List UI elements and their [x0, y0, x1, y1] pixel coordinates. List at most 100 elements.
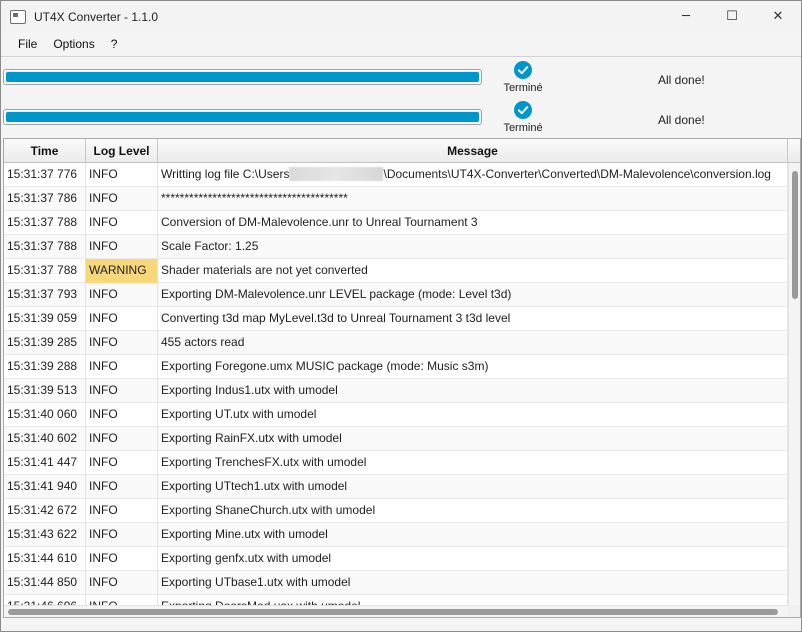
- table-row[interactable]: 15:31:39 513 INFO Exporting Indus1.utx wit…: [4, 379, 788, 403]
- message-text: \Documents\UT4X-Converter\Converted\DM-M…: [383, 167, 771, 181]
- cell-log-level: INFO: [86, 451, 158, 475]
- table-row[interactable]: 15:31:44 610 INFO Exporting genfx.utx with…: [4, 547, 788, 571]
- cell-log-level: INFO: [86, 427, 158, 451]
- cell-log-level: WARNING: [86, 259, 158, 283]
- minimize-button[interactable]: ─: [663, 1, 709, 32]
- close-button[interactable]: ✕: [755, 1, 801, 32]
- cell-message: Exporting RainFX.utx with umodel: [158, 427, 788, 451]
- cell-log-level: INFO: [86, 547, 158, 571]
- cell-message: Exporting ShaneChurch.utx with umodel: [158, 499, 788, 523]
- cell-time: 15:31:37 788: [4, 211, 86, 235]
- horizontal-scrollbar[interactable]: [4, 605, 788, 617]
- cell-time: 15:31:39 059: [4, 307, 86, 331]
- cell-log-level: INFO: [86, 523, 158, 547]
- cell-time: 15:31:43 622: [4, 523, 86, 547]
- column-header-time[interactable]: Time: [4, 139, 86, 163]
- table-row[interactable]: 15:31:39 285 INFO 455 actors read: [4, 331, 788, 355]
- redacted-username: [289, 167, 384, 181]
- column-header-log-level[interactable]: Log Level: [86, 139, 158, 163]
- check-circle-icon: [514, 101, 532, 119]
- cell-message: Scale Factor: 1.25: [158, 235, 788, 259]
- table-row[interactable]: 15:31:44 850 INFO Exporting UTbase1.utx wi…: [4, 571, 788, 595]
- cell-time: 15:31:40 602: [4, 427, 86, 451]
- done-message-2: All done!: [658, 113, 705, 127]
- app-window: UT4X Converter - 1.1.0 ─ ☐ ✕ File Option…: [0, 0, 802, 632]
- progress-bar-2: [3, 109, 482, 125]
- cell-time: 15:31:40 060: [4, 403, 86, 427]
- cell-time: 15:31:41 447: [4, 451, 86, 475]
- cell-message: Exporting UTtech1.utx with umodel: [158, 475, 788, 499]
- app-icon: [10, 9, 26, 24]
- cell-message: ****************************************: [158, 187, 788, 211]
- cell-time: 15:31:37 788: [4, 259, 86, 283]
- vertical-scroll-thumb[interactable]: [792, 171, 798, 299]
- cell-time: 15:31:42 672: [4, 499, 86, 523]
- cell-message: Conversion of DM-Malevolence.unr to Unre…: [158, 211, 788, 235]
- table-row[interactable]: 15:31:43 622 INFO Exporting Mine.utx with …: [4, 523, 788, 547]
- status-1: Terminé: [493, 58, 553, 102]
- table-row[interactable]: 15:31:39 059 INFO Converting t3d map MyLev…: [4, 307, 788, 331]
- cell-time: 15:31:44 610: [4, 547, 86, 571]
- cell-message: Exporting TrenchesFX.utx with umodel: [158, 451, 788, 475]
- cell-message: Exporting UT.utx with umodel: [158, 403, 788, 427]
- scroll-corner: [788, 605, 800, 617]
- cell-log-level: INFO: [86, 307, 158, 331]
- cell-time: 15:31:39 513: [4, 379, 86, 403]
- window-title: UT4X Converter - 1.1.0: [34, 9, 159, 24]
- cell-message: Writting log file C:\Users \Documents\UT4…: [158, 163, 788, 187]
- table-row[interactable]: 15:31:40 060 INFO Exporting UT.utx with um…: [4, 403, 788, 427]
- column-header-message[interactable]: Message: [158, 139, 788, 163]
- done-message-1: All done!: [658, 73, 705, 87]
- menu-bar: File Options ?: [1, 32, 801, 57]
- maximize-button[interactable]: ☐: [709, 1, 755, 32]
- cell-log-level: INFO: [86, 283, 158, 307]
- cell-message: Exporting DM-Malevolence.unr LEVEL packa…: [158, 283, 788, 307]
- cell-log-level: INFO: [86, 571, 158, 595]
- cell-log-level: INFO: [86, 379, 158, 403]
- table-row[interactable]: 15:31:41 447 INFO Exporting TrenchesFX.utx…: [4, 451, 788, 475]
- table-row[interactable]: 15:31:40 602 INFO Exporting RainFX.utx wit…: [4, 427, 788, 451]
- status-2: Terminé: [493, 98, 553, 142]
- progress-bar-1: [3, 69, 482, 85]
- log-table[interactable]: Time Log Level Message 15:31:37 776 INFO W…: [3, 138, 801, 618]
- vertical-scrollbar[interactable]: [788, 163, 800, 607]
- menu-options[interactable]: Options: [45, 32, 102, 57]
- table-row[interactable]: 15:31:37 788 INFO Scale Factor: 1.25: [4, 235, 788, 259]
- cell-time: 15:31:37 793: [4, 283, 86, 307]
- window-controls: ─ ☐ ✕: [663, 1, 801, 32]
- cell-time: 15:31:41 940: [4, 475, 86, 499]
- table-row[interactable]: 15:31:37 776 INFO Writting log file C:\Use…: [4, 163, 788, 187]
- table-row[interactable]: 15:31:37 788 WARNING Shader materials are …: [4, 259, 788, 283]
- cell-message: Exporting Indus1.utx with umodel: [158, 379, 788, 403]
- progress-fill-2: [6, 112, 479, 122]
- title-bar[interactable]: UT4X Converter - 1.1.0 ─ ☐ ✕: [1, 1, 801, 32]
- cell-log-level: INFO: [86, 355, 158, 379]
- table-body: 15:31:37 776 INFO Writting log file C:\Use…: [4, 163, 788, 617]
- horizontal-scroll-thumb[interactable]: [8, 609, 778, 615]
- status-label-1: Terminé: [503, 82, 543, 94]
- table-row[interactable]: 15:31:41 940 INFO Exporting UTtech1.utx wi…: [4, 475, 788, 499]
- cell-message: Exporting Mine.utx with umodel: [158, 523, 788, 547]
- cell-message: Exporting Foregone.umx MUSIC package (mo…: [158, 355, 788, 379]
- cell-message: Converting t3d map MyLevel.t3d to Unreal…: [158, 307, 788, 331]
- table-row[interactable]: 15:31:37 793 INFO Exporting DM-Malevolence…: [4, 283, 788, 307]
- progress-fill-1: [6, 72, 479, 82]
- cell-time: 15:31:39 288: [4, 355, 86, 379]
- cell-message: Shader materials are not yet converted: [158, 259, 788, 283]
- message-text: Writting log file C:\Users: [161, 167, 290, 181]
- progress-row-2: Terminé All done!: [1, 98, 801, 142]
- status-label-2: Terminé: [503, 122, 543, 134]
- cell-message: 455 actors read: [158, 331, 788, 355]
- table-row[interactable]: 15:31:42 672 INFO Exporting ShaneChurch.ut…: [4, 499, 788, 523]
- progress-row-1: Terminé All done!: [1, 58, 801, 102]
- cell-log-level: INFO: [86, 499, 158, 523]
- table-row[interactable]: 15:31:37 786 INFO ************************…: [4, 187, 788, 211]
- table-header: Time Log Level Message: [4, 139, 800, 163]
- cell-log-level: INFO: [86, 403, 158, 427]
- cell-message: Exporting UTbase1.utx with umodel: [158, 571, 788, 595]
- menu-file[interactable]: File: [10, 32, 45, 57]
- menu-help[interactable]: ?: [103, 32, 126, 57]
- table-row[interactable]: 15:31:37 788 INFO Conversion of DM-Malevol…: [4, 211, 788, 235]
- cell-log-level: INFO: [86, 187, 158, 211]
- table-row[interactable]: 15:31:39 288 INFO Exporting Foregone.umx M…: [4, 355, 788, 379]
